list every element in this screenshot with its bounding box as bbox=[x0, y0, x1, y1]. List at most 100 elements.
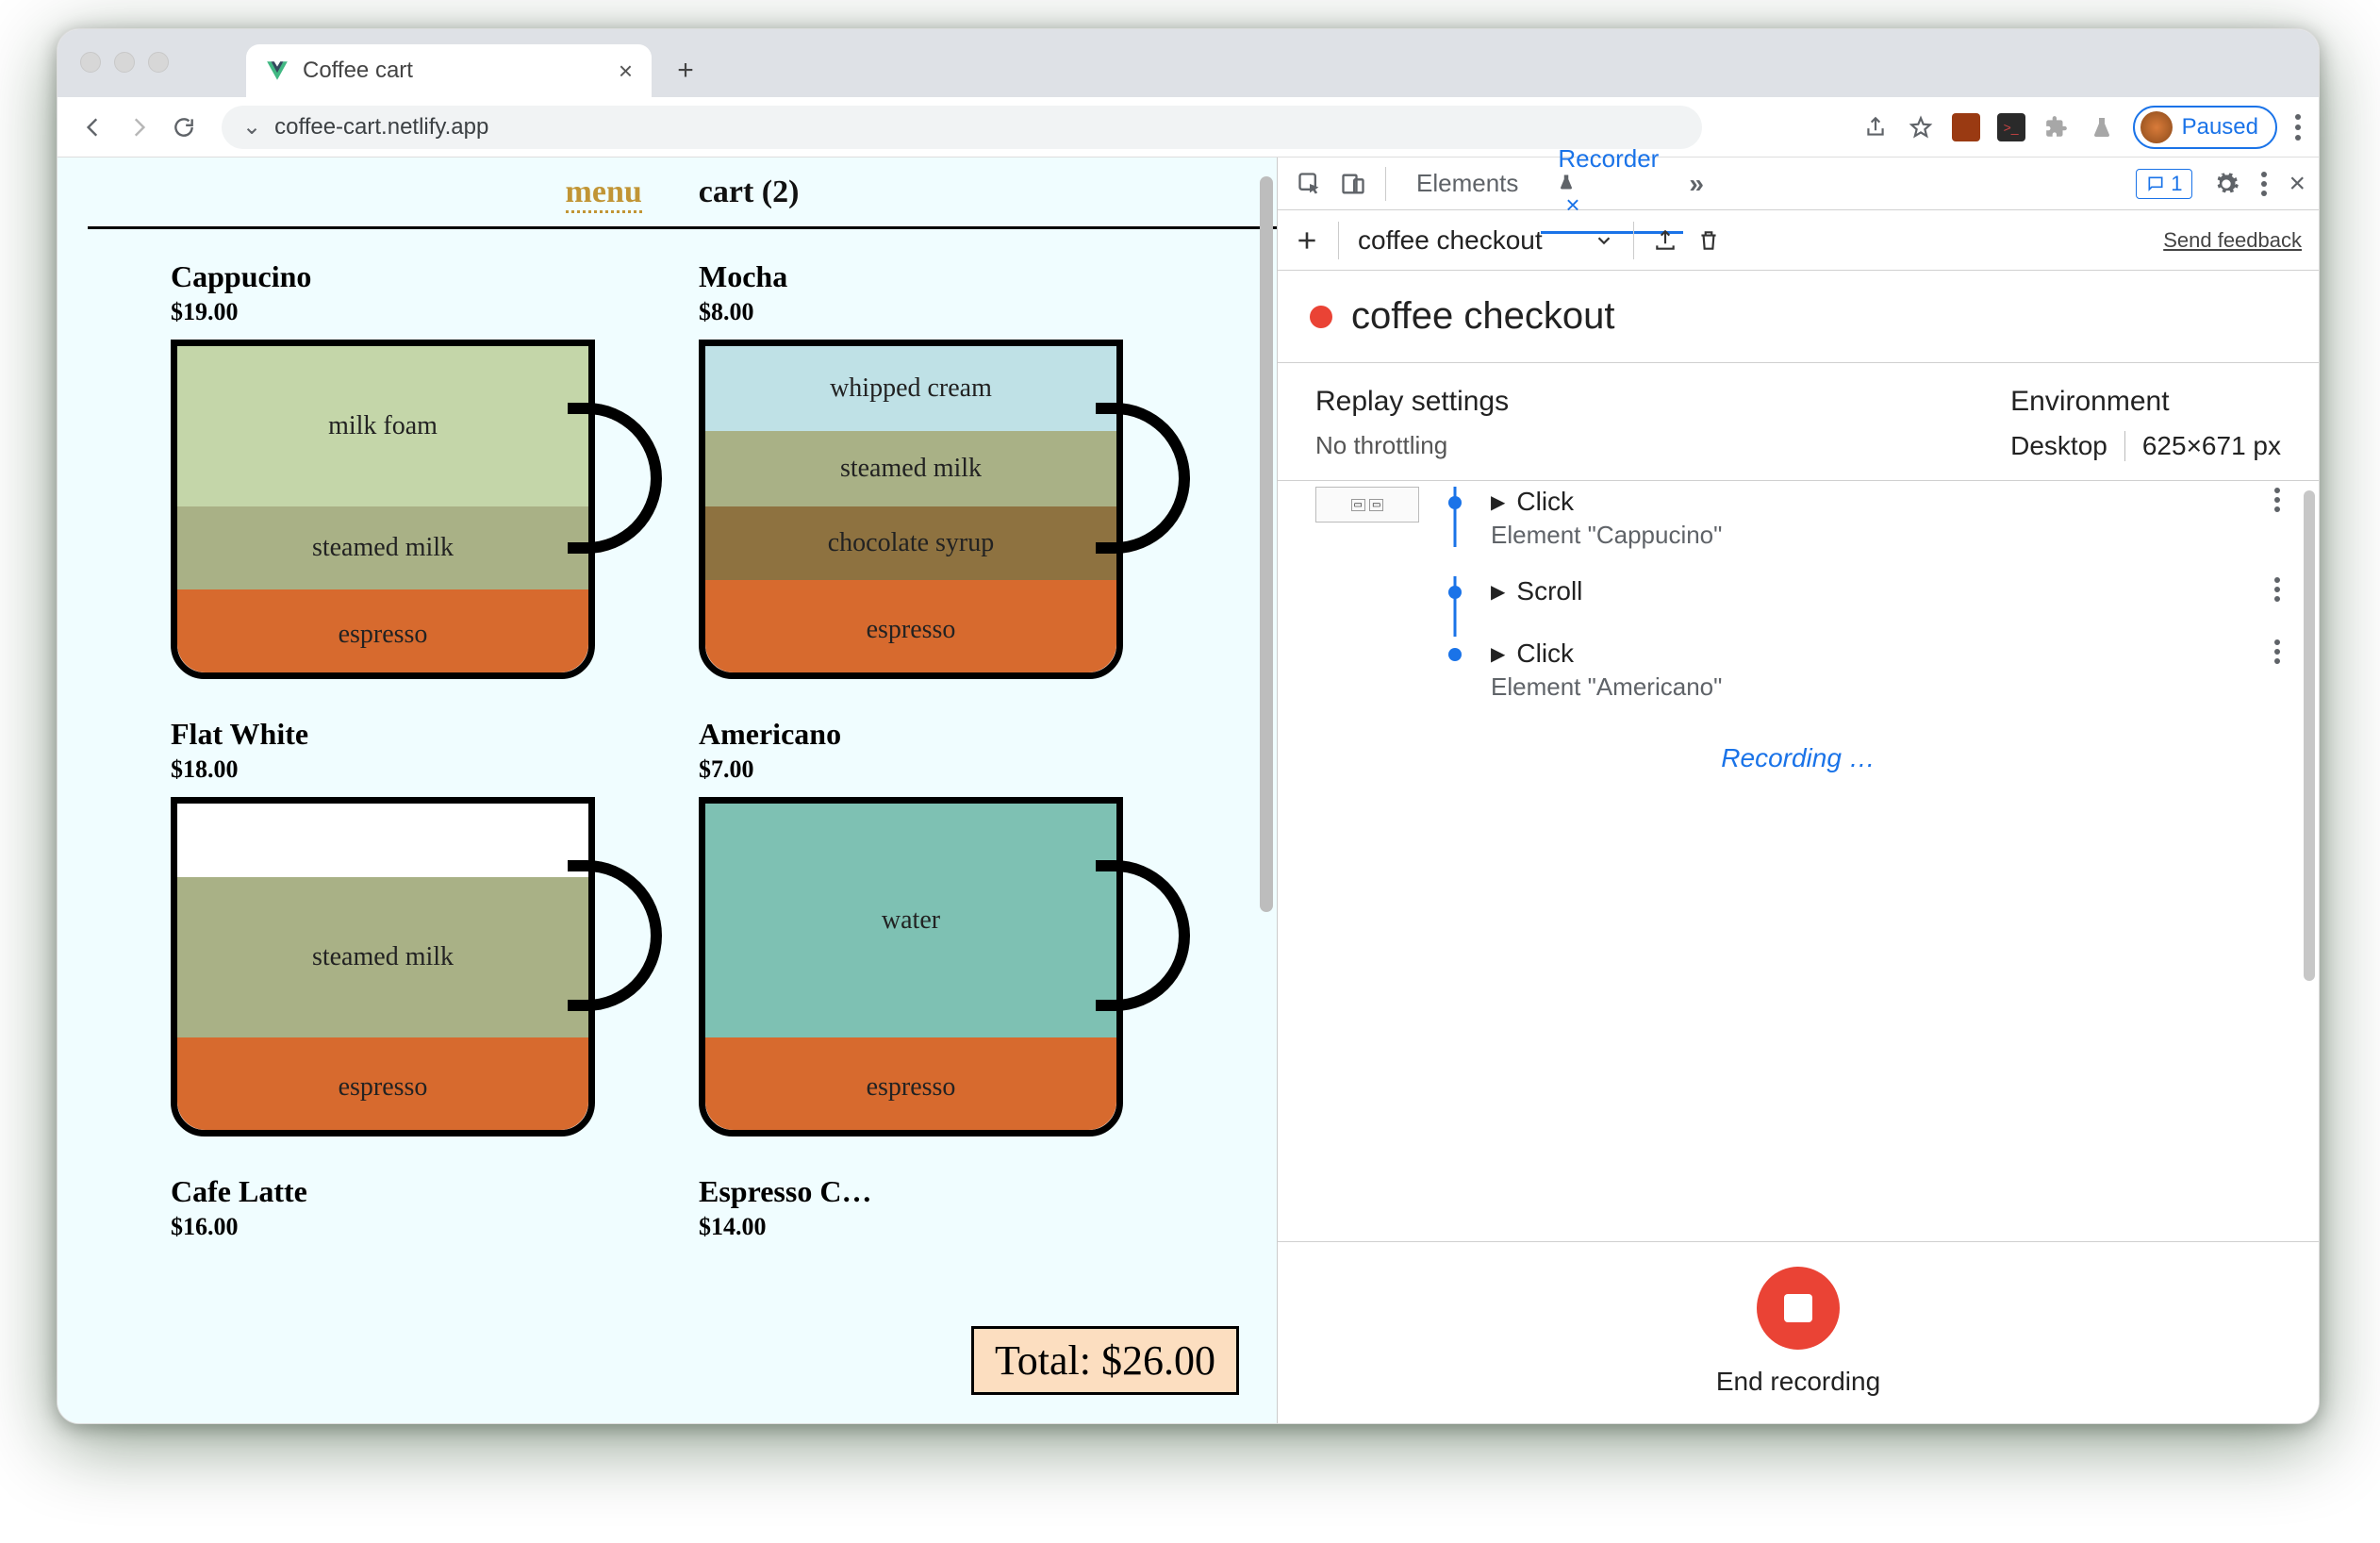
labs-flask-icon[interactable] bbox=[2088, 113, 2116, 141]
replay-settings-value[interactable]: No throttling bbox=[1315, 431, 1509, 460]
delete-icon[interactable] bbox=[1696, 228, 1721, 253]
forward-button[interactable] bbox=[120, 108, 157, 146]
step-menu-icon[interactable] bbox=[2273, 639, 2281, 665]
bookmark-star-icon[interactable] bbox=[1907, 113, 1935, 141]
product-card[interactable]: Mocha $8.00 whipped creamsteamed milkcho… bbox=[699, 259, 1189, 679]
cup-layer: steamed milk bbox=[177, 506, 588, 589]
extension-icon-2[interactable]: >_ bbox=[1997, 113, 2025, 141]
divider bbox=[1633, 222, 1634, 259]
profile-paused-pill[interactable]: Paused bbox=[2133, 106, 2277, 149]
step-menu-icon[interactable] bbox=[2273, 487, 2281, 513]
close-tab-icon[interactable]: × bbox=[619, 57, 633, 86]
devtools-menu-icon[interactable] bbox=[2260, 171, 2268, 197]
cup-layer: water bbox=[705, 804, 1116, 1037]
tabs-overflow-icon[interactable]: » bbox=[1689, 169, 1704, 199]
browser-menu-icon[interactable] bbox=[2294, 113, 2302, 141]
divider bbox=[1338, 222, 1339, 259]
avatar bbox=[2140, 111, 2173, 143]
new-tab-button[interactable]: + bbox=[670, 56, 701, 86]
step-row[interactable]: ▶Click Element "Americano" bbox=[1315, 625, 2281, 715]
env-device[interactable]: Desktop bbox=[2010, 431, 2125, 461]
browser-window: Coffee cart × + ⌄ coffee-cart.netlify.ap… bbox=[57, 28, 2320, 1424]
recording-dot-icon bbox=[1310, 306, 1332, 328]
env-label: Environment bbox=[2010, 386, 2281, 418]
steps-scrollbar[interactable] bbox=[2304, 490, 2315, 981]
site-info-chevron-icon[interactable]: ⌄ bbox=[242, 113, 261, 141]
divider bbox=[1385, 167, 1386, 201]
product-card[interactable]: Americano $7.00 waterespresso bbox=[699, 717, 1189, 1137]
inspect-element-icon[interactable] bbox=[1291, 165, 1329, 203]
zoom-window-icon[interactable] bbox=[148, 52, 169, 73]
cup[interactable]: waterespresso bbox=[699, 797, 1123, 1137]
step-row[interactable]: ▶Scroll bbox=[1315, 563, 2281, 625]
extension-icon-1[interactable] bbox=[1952, 113, 1980, 141]
recording-status: Recording … bbox=[1315, 715, 2281, 792]
paused-label: Paused bbox=[2182, 114, 2258, 141]
cup-handle bbox=[1096, 860, 1190, 1011]
env-size[interactable]: 625×671 px bbox=[2142, 431, 2281, 461]
caret-right-icon[interactable]: ▶ bbox=[1491, 490, 1505, 514]
product-name: Cafe Latte bbox=[171, 1174, 661, 1209]
cup-handle bbox=[568, 403, 662, 554]
back-button[interactable] bbox=[74, 108, 112, 146]
product-name: Cappucino bbox=[171, 259, 661, 294]
step-thumbnail bbox=[1315, 576, 1419, 612]
extensions-puzzle-icon[interactable] bbox=[2042, 113, 2071, 141]
devtools-panel: Elements Recorder × » 1 bbox=[1277, 158, 2319, 1423]
step-title: ▶Scroll bbox=[1491, 576, 2256, 606]
settings-gear-icon[interactable] bbox=[2213, 171, 2240, 197]
tab-strip: Coffee cart × + bbox=[58, 29, 2319, 97]
cup-layer: espresso bbox=[177, 1037, 588, 1130]
nav-cart-link[interactable]: cart (2) bbox=[699, 174, 800, 213]
page-nav: menu cart (2) bbox=[88, 158, 1277, 229]
devtools-tabs: Elements Recorder × » 1 bbox=[1278, 158, 2319, 210]
devtools-close-icon[interactable]: × bbox=[2289, 168, 2306, 200]
step-row[interactable]: ▭▭ ▶Click Element "Cappucino" bbox=[1315, 480, 2281, 563]
end-recording-button[interactable] bbox=[1757, 1267, 1840, 1350]
close-window-icon[interactable] bbox=[80, 52, 101, 73]
cup-layer: whipped cream bbox=[705, 346, 1116, 431]
minimize-window-icon[interactable] bbox=[114, 52, 135, 73]
timeline bbox=[1436, 576, 1474, 599]
cup-layer: espresso bbox=[705, 580, 1116, 672]
caret-right-icon[interactable]: ▶ bbox=[1491, 580, 1505, 604]
tab-elements[interactable]: Elements bbox=[1399, 158, 1535, 209]
step-subtitle: Element "Americano" bbox=[1491, 672, 2256, 702]
product-card[interactable]: Cappucino $19.00 milk foamsteamed milkes… bbox=[171, 259, 661, 679]
export-icon[interactable] bbox=[1653, 228, 1678, 253]
total-badge[interactable]: Total: $26.00 bbox=[971, 1326, 1239, 1395]
reload-button[interactable] bbox=[165, 108, 203, 146]
cup[interactable]: milk foamsteamed milkespresso bbox=[171, 340, 595, 679]
url-field[interactable]: ⌄ coffee-cart.netlify.app bbox=[222, 106, 1702, 149]
flask-icon bbox=[1558, 174, 1666, 191]
cup[interactable]: whipped creamsteamed milkchocolate syrup… bbox=[699, 340, 1123, 679]
step-thumbnail: ▭▭ bbox=[1315, 487, 1419, 523]
recorder-settings: Replay settings No throttling Environmen… bbox=[1278, 362, 2319, 480]
cup[interactable]: steamed milkespresso bbox=[171, 797, 595, 1137]
product-name: Americano bbox=[699, 717, 1189, 752]
cup-layer: steamed milk bbox=[177, 877, 588, 1037]
cup-layer bbox=[177, 804, 588, 877]
steps-list: ▭▭ ▶Click Element "Cappucino" ▶Scroll bbox=[1278, 480, 2319, 1241]
device-toggle-icon[interactable] bbox=[1334, 165, 1372, 203]
product-card[interactable]: Cafe Latte $16.00 bbox=[171, 1174, 661, 1241]
timeline-dot-icon bbox=[1448, 496, 1462, 509]
recording-dropdown-icon[interactable] bbox=[1594, 230, 1614, 251]
send-feedback-link[interactable]: Send feedback bbox=[2163, 228, 2302, 253]
issues-badge[interactable]: 1 bbox=[2136, 169, 2192, 199]
issues-count: 1 bbox=[2171, 172, 2182, 196]
cup-layer: milk foam bbox=[177, 346, 588, 506]
share-icon[interactable] bbox=[1861, 113, 1890, 141]
step-menu-icon[interactable] bbox=[2273, 576, 2281, 603]
page-scrollbar[interactable] bbox=[1260, 176, 1273, 912]
product-price: $8.00 bbox=[699, 298, 1189, 326]
new-recording-icon[interactable] bbox=[1295, 228, 1319, 253]
window-controls[interactable] bbox=[80, 52, 169, 73]
product-card[interactable]: Espresso C… $14.00 bbox=[699, 1174, 1189, 1241]
nav-menu-link[interactable]: menu bbox=[566, 174, 642, 213]
product-card[interactable]: Flat White $18.00 steamed milkespresso bbox=[171, 717, 661, 1137]
recording-name[interactable]: coffee checkout bbox=[1358, 225, 1575, 256]
caret-right-icon[interactable]: ▶ bbox=[1491, 642, 1505, 666]
browser-tab[interactable]: Coffee cart × bbox=[246, 44, 652, 97]
step-subtitle: Element "Cappucino" bbox=[1491, 521, 2256, 550]
